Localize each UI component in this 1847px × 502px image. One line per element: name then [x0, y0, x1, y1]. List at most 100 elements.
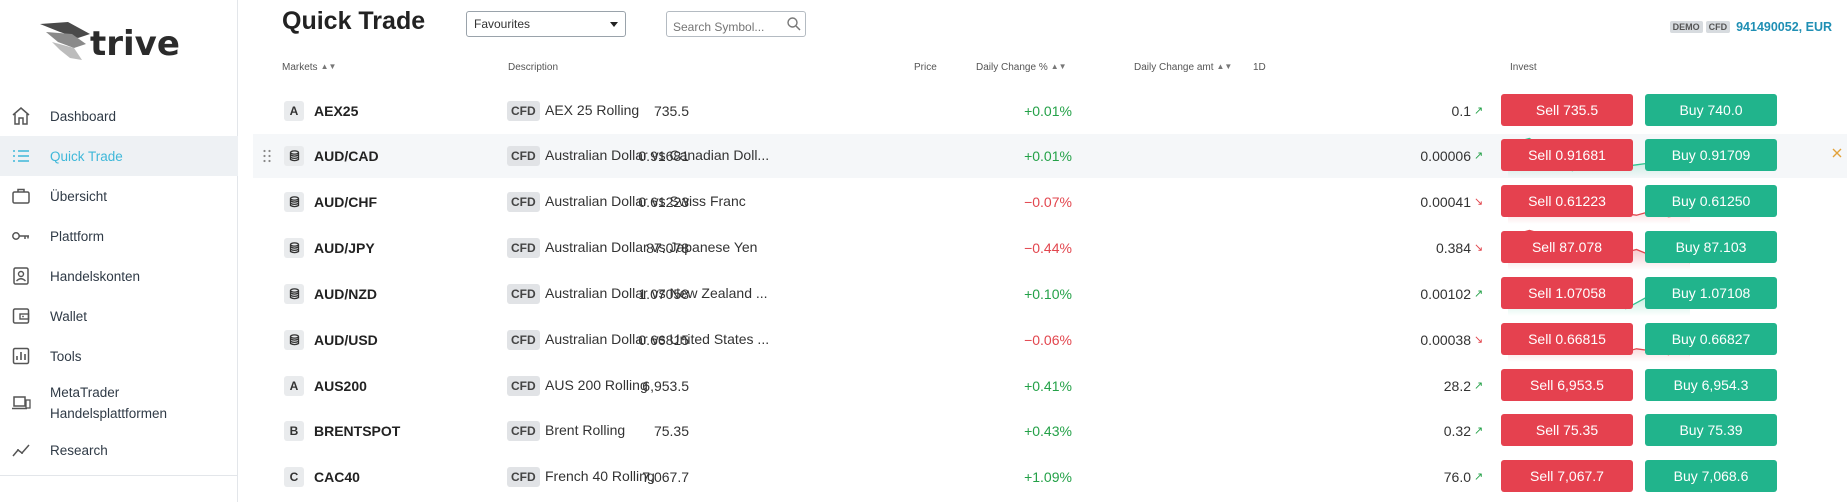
market-price: 0.91681 [638, 148, 689, 164]
market-price: 7,067.7 [642, 469, 689, 485]
sidebar-item-label: Tools [50, 348, 82, 364]
daily-change-pct: +0.41% [1024, 378, 1072, 394]
account-number: 941490052, EUR [1736, 20, 1832, 34]
daily-change-amt: 0.1 [1451, 103, 1471, 119]
table-row[interactable]: AUD/CAD CFD Australian Dollar vs Canadian … [253, 134, 1847, 178]
account-selector[interactable]: DEMO CFD 941490052, EUR [1669, 20, 1832, 34]
sell-button[interactable]: Sell 0.61223 [1501, 185, 1633, 217]
trend-icon [10, 439, 32, 461]
arrow-up-right-icon: ↗ [1474, 288, 1484, 300]
sell-button[interactable]: Sell 6,953.5 [1501, 369, 1633, 401]
table-row[interactable]: AUD/USD CFD Australian Dollar vs United St… [253, 318, 1847, 362]
account-card-icon [10, 265, 32, 287]
buy-button[interactable]: Buy 740.0 [1645, 94, 1777, 126]
close-icon[interactable] [1830, 146, 1844, 160]
column-header-1d: 1D [1253, 62, 1266, 73]
sidebar-item-label: Wallet [50, 308, 88, 324]
column-header-daily-change-amt[interactable]: Daily Change amt ▲▼ [1134, 62, 1232, 73]
column-header-markets[interactable]: Markets ▲▼ [282, 62, 336, 73]
wallet-icon [10, 305, 32, 327]
daily-change-pct: +0.01% [1024, 103, 1072, 119]
currency-coins-icon [284, 284, 304, 304]
sidebar-item-research[interactable]: Research [0, 430, 238, 470]
sidebar-item-label: Dashboard [50, 108, 117, 124]
arrow-up-right-icon: ↗ [1474, 471, 1484, 483]
arrow-down-right-icon: ↘ [1474, 334, 1484, 346]
market-description: AUS 200 Rolling [545, 377, 648, 393]
sell-button[interactable]: Sell 0.91681 [1501, 139, 1633, 171]
sidebar-item-label-line2: Handelsplattformen [50, 406, 168, 421]
instrument-type-badge: CFD [507, 284, 540, 304]
home-icon [10, 105, 32, 127]
currency-coins-icon [284, 238, 304, 258]
sidebar-item-wallet[interactable]: Wallet [0, 296, 238, 336]
search-input[interactable] [666, 11, 806, 37]
buy-button[interactable]: Buy 0.91709 [1645, 139, 1777, 171]
sidebar-item-label: Handelskonten [50, 268, 141, 284]
sidebar-item-handelskonten[interactable]: Handelskonten [0, 256, 238, 296]
sell-button[interactable]: Sell 735.5 [1501, 94, 1633, 126]
instrument-type-badge: CFD [507, 330, 540, 350]
table-row[interactable]: C CAC40 CFD French 40 Rolling 7,067.7 +1.09% 7… [253, 455, 1847, 499]
arrow-down-right-icon: ↘ [1474, 196, 1484, 208]
arrow-up-right-icon: ↗ [1474, 150, 1484, 162]
sidebar-item-label: Quick Trade [50, 148, 123, 164]
arrow-up-right-icon: ↗ [1474, 425, 1484, 437]
sidebar-item-label: Research [50, 442, 108, 458]
buy-button[interactable]: Buy 6,954.3 [1645, 369, 1777, 401]
buy-button[interactable]: Buy 1.07108 [1645, 277, 1777, 309]
table-row[interactable]: B BRENTSPOT CFD Brent Rolling 75.35 +0.43% 0.3… [253, 409, 1847, 453]
buy-button[interactable]: Buy 7,068.6 [1645, 460, 1777, 492]
daily-change-pct: +1.09% [1024, 469, 1072, 485]
buy-button[interactable]: Buy 75.39 [1645, 414, 1777, 446]
daily-change-pct: −0.44% [1024, 240, 1072, 256]
market-symbol: AUD/JPY [314, 240, 375, 256]
daily-change-amt: 0.32 [1443, 423, 1471, 439]
daily-change-amt: 0.00102 [1420, 286, 1471, 302]
daily-change-pct: +0.01% [1024, 148, 1072, 164]
table-row[interactable]: A AEX25 CFD AEX 25 Rolling 735.5 +0.01% 0.1 ↗ Se… [253, 89, 1847, 133]
sell-button[interactable]: Sell 1.07058 [1501, 277, 1633, 309]
market-description: Brent Rolling [545, 422, 626, 438]
instrument-type-badge: CFD [507, 238, 540, 258]
watchlist-select[interactable]: Favourites [466, 11, 626, 37]
logo[interactable]: trive [38, 18, 180, 66]
table-row[interactable]: AUD/JPY CFD Australian Dollar vs Japanese … [253, 226, 1847, 270]
market-price: 6,953.5 [642, 378, 689, 394]
sidebar-item-quick-trade[interactable]: Quick Trade [0, 136, 238, 176]
sort-icon: ▲▼ [1050, 62, 1067, 71]
page-title: Quick Trade [282, 7, 426, 35]
sidebar-item-plattform[interactable]: Plattform [0, 216, 238, 256]
sell-button[interactable]: Sell 7,067.7 [1501, 460, 1633, 492]
sidebar-divider [0, 475, 238, 476]
buy-button[interactable]: Buy 0.66827 [1645, 323, 1777, 355]
table-row[interactable]: AUD/CHF CFD Australian Dollar vs Swiss Fra… [253, 180, 1847, 224]
currency-coins-icon [284, 330, 304, 350]
sidebar-item-dashboard[interactable]: Dashboard [0, 96, 238, 136]
market-price: 0.61223 [638, 194, 689, 210]
column-header-description: Description [508, 62, 559, 73]
market-price: 87.078 [646, 240, 689, 256]
sidebar-item-metatrader[interactable]: MetaTrader Handelsplattformen [0, 376, 238, 430]
search-icon[interactable] [786, 16, 802, 32]
sell-button[interactable]: Sell 0.66815 [1501, 323, 1633, 355]
daily-change-pct: −0.07% [1024, 194, 1072, 210]
daily-change-pct: +0.43% [1024, 423, 1072, 439]
column-header-daily-change-pct[interactable]: Daily Change % ▲▼ [976, 62, 1067, 73]
sell-button[interactable]: Sell 75.35 [1501, 414, 1633, 446]
currency-coins-icon [284, 192, 304, 212]
sidebar-item-label: Plattform [50, 228, 105, 244]
sidebar-item-tools[interactable]: Tools [0, 336, 238, 376]
buy-button[interactable]: Buy 0.61250 [1645, 185, 1777, 217]
drag-handle-icon[interactable] [262, 149, 272, 163]
market-price: 75.35 [653, 423, 689, 439]
briefcase-icon [10, 185, 32, 207]
instrument-type-badge: CFD [507, 467, 540, 487]
list-icon [10, 145, 32, 167]
table-row[interactable]: AUD/NZD CFD Australian Dollar vs New Zeala… [253, 272, 1847, 316]
table-row[interactable]: A AUS200 CFD AUS 200 Rolling 6,953.5 +0.41% 28… [253, 364, 1847, 408]
buy-button[interactable]: Buy 87.103 [1645, 231, 1777, 263]
sidebar-item-uebersicht[interactable]: Übersicht [0, 176, 238, 216]
sidebar-item-label: Übersicht [50, 188, 108, 204]
sell-button[interactable]: Sell 87.078 [1501, 231, 1633, 263]
